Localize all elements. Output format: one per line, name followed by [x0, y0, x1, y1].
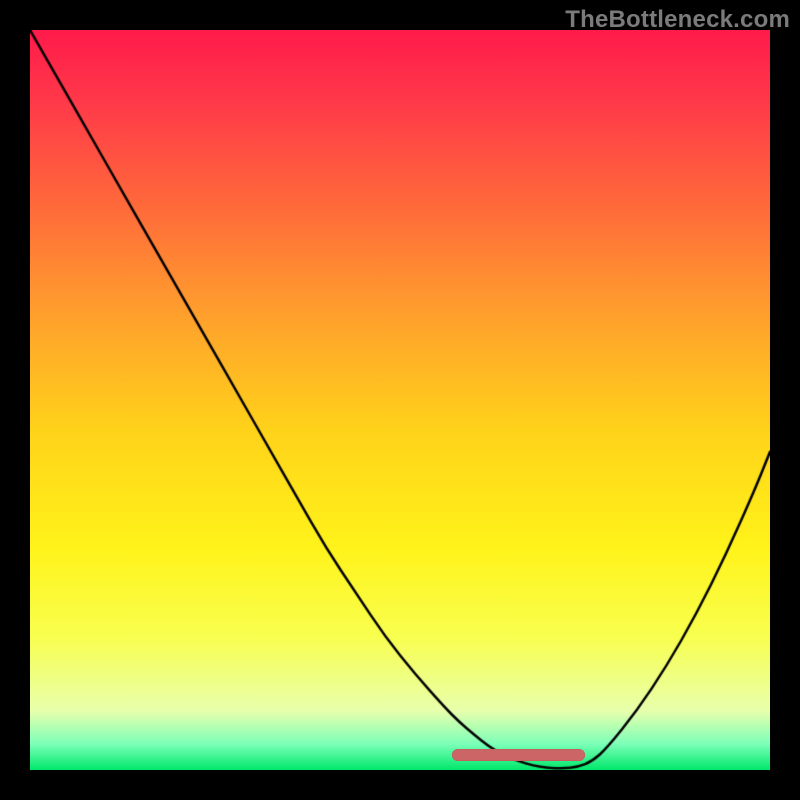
optimal-range-highlight — [452, 749, 585, 761]
plot-area — [30, 30, 770, 770]
bottleneck-curve — [30, 30, 770, 770]
chart-frame: TheBottleneck.com — [0, 0, 800, 800]
